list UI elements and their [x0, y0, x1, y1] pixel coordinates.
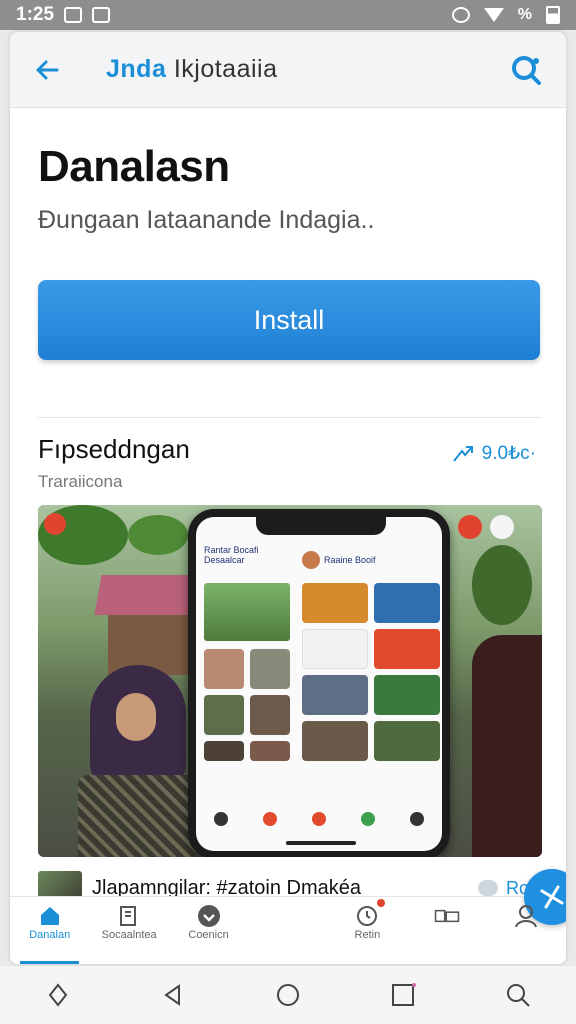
tab-label: Coenicn — [188, 929, 229, 941]
app-detail-card: Jnda Ikjotaaiia Danalasn Đungaan Iataana… — [10, 32, 566, 964]
search-icon — [507, 984, 531, 1007]
app-bar: Jnda Ikjotaaiia — [10, 32, 566, 108]
photo-thumb — [302, 721, 368, 761]
home-icon — [37, 903, 63, 929]
app-subtitle: Đungaan Iataanande Indagia.. — [38, 206, 375, 234]
palm-tree — [128, 515, 188, 555]
photo-thumb — [250, 695, 290, 735]
app-notification-icon — [92, 7, 111, 23]
section-meta[interactable]: 9.0₺c· — [452, 442, 536, 465]
section-subtitle: Traraiicona — [38, 472, 123, 491]
search-icon — [512, 55, 541, 85]
trend-icon — [452, 445, 473, 462]
back-triangle-icon — [164, 984, 180, 1006]
phone-right-column: Raaine Booif — [298, 541, 442, 765]
person-photo — [472, 635, 542, 857]
tab-profile[interactable] — [487, 897, 566, 964]
status-time: 1:25 — [16, 4, 55, 25]
photo-thumb — [302, 583, 368, 623]
bottom-tab-bar: Danalan Socaalntea Coenicn Retin — [10, 869, 566, 964]
tab-cards[interactable] — [407, 897, 486, 964]
phone-nav — [196, 807, 442, 831]
install-button[interactable]: Install — [38, 280, 540, 360]
chat-icon — [477, 880, 498, 896]
phone-screen: Rantar Bocafi Desaalcar Raaine Booif — [196, 517, 442, 851]
notification-dot — [377, 899, 386, 907]
document-icon — [116, 903, 142, 929]
tab-label: Retin — [354, 929, 381, 941]
tab-recent[interactable]: Retin — [328, 897, 407, 964]
woman-photo — [68, 665, 198, 857]
app-bar-title-rest: Ikjotaaiia — [173, 55, 278, 83]
section-meta-value: 9.0₺c· — [481, 443, 536, 464]
photo-thumb — [204, 695, 244, 735]
photo-thumb — [302, 629, 368, 669]
red-badge-icon — [44, 513, 66, 535]
photo-thumb — [204, 741, 244, 761]
nav-dot — [213, 812, 228, 826]
phone-mockup: Rantar Bocafi Desaalcar Raaine Booif — [188, 509, 450, 857]
home-circle-icon — [276, 984, 299, 1006]
search-button[interactable] — [508, 52, 544, 88]
avatar — [302, 551, 320, 569]
phone-right-title: Raaine Booif — [324, 555, 376, 565]
plant — [472, 545, 532, 625]
back-button[interactable] — [32, 55, 62, 85]
tab-documents[interactable]: Socaalntea — [89, 897, 168, 964]
photo-thumb — [374, 721, 440, 761]
divider — [38, 417, 542, 418]
notification-icon — [64, 7, 83, 23]
alarm-icon — [451, 7, 470, 23]
tab-home[interactable]: Danalan — [10, 897, 89, 964]
settings-icon[interactable] — [490, 515, 514, 539]
nav-dot — [311, 812, 326, 826]
heart-icon — [196, 903, 222, 929]
photo-thumb — [250, 741, 290, 761]
signal-icon: % — [517, 6, 532, 23]
tab-label: Danalan — [29, 929, 71, 941]
system-back-button[interactable] — [153, 975, 193, 1015]
tab-label: Socaalntea — [101, 929, 157, 941]
nav-dot — [262, 812, 277, 826]
phone-left-column: Rantar Bocafi Desaalcar — [200, 541, 294, 765]
app-bar-title-accent: Jnda — [106, 55, 167, 83]
system-nav-bar — [0, 966, 576, 1024]
recents-square-icon — [392, 983, 417, 1006]
phone-right-header: Raaine Booif — [298, 541, 442, 579]
photo-thumb — [374, 583, 440, 623]
system-recents-button[interactable] — [383, 975, 423, 1015]
system-search-button[interactable] — [498, 975, 538, 1015]
tab-center[interactable] — [248, 869, 566, 964]
phone-left-header: Rantar Bocafi Desaalcar — [204, 545, 259, 565]
phone-notch — [256, 517, 386, 535]
photo-thumb — [374, 675, 440, 715]
clock-icon — [354, 903, 380, 929]
record-icon[interactable] — [458, 515, 482, 539]
section-title: Fıpseddngan — [38, 434, 190, 464]
pavilion-thumb — [204, 583, 290, 641]
photo-thumb — [250, 649, 290, 689]
battery-icon — [546, 6, 560, 24]
diamond-icon — [48, 983, 67, 1007]
app-name: Danalasn — [38, 142, 230, 191]
wifi-icon — [483, 8, 504, 22]
nav-dot — [361, 812, 376, 826]
profile-icon — [513, 903, 539, 929]
nav-dot — [410, 812, 425, 826]
app-bar-title: Jnda Ikjotaaiia — [106, 55, 277, 84]
tab-favorites[interactable]: Coenicn — [169, 897, 248, 964]
system-diamond-button[interactable] — [38, 975, 78, 1015]
video-thumb — [374, 629, 440, 669]
status-bar: 1:25 % — [0, 0, 576, 30]
back-arrow-icon — [36, 60, 59, 79]
hero-screenshot[interactable]: Rantar Bocafi Desaalcar Raaine Booif — [38, 505, 542, 857]
photo-thumb — [204, 649, 244, 689]
photo-thumb — [302, 675, 368, 715]
system-home-button[interactable] — [268, 975, 308, 1015]
phone-home-bar — [286, 841, 356, 845]
cards-icon — [434, 903, 460, 929]
